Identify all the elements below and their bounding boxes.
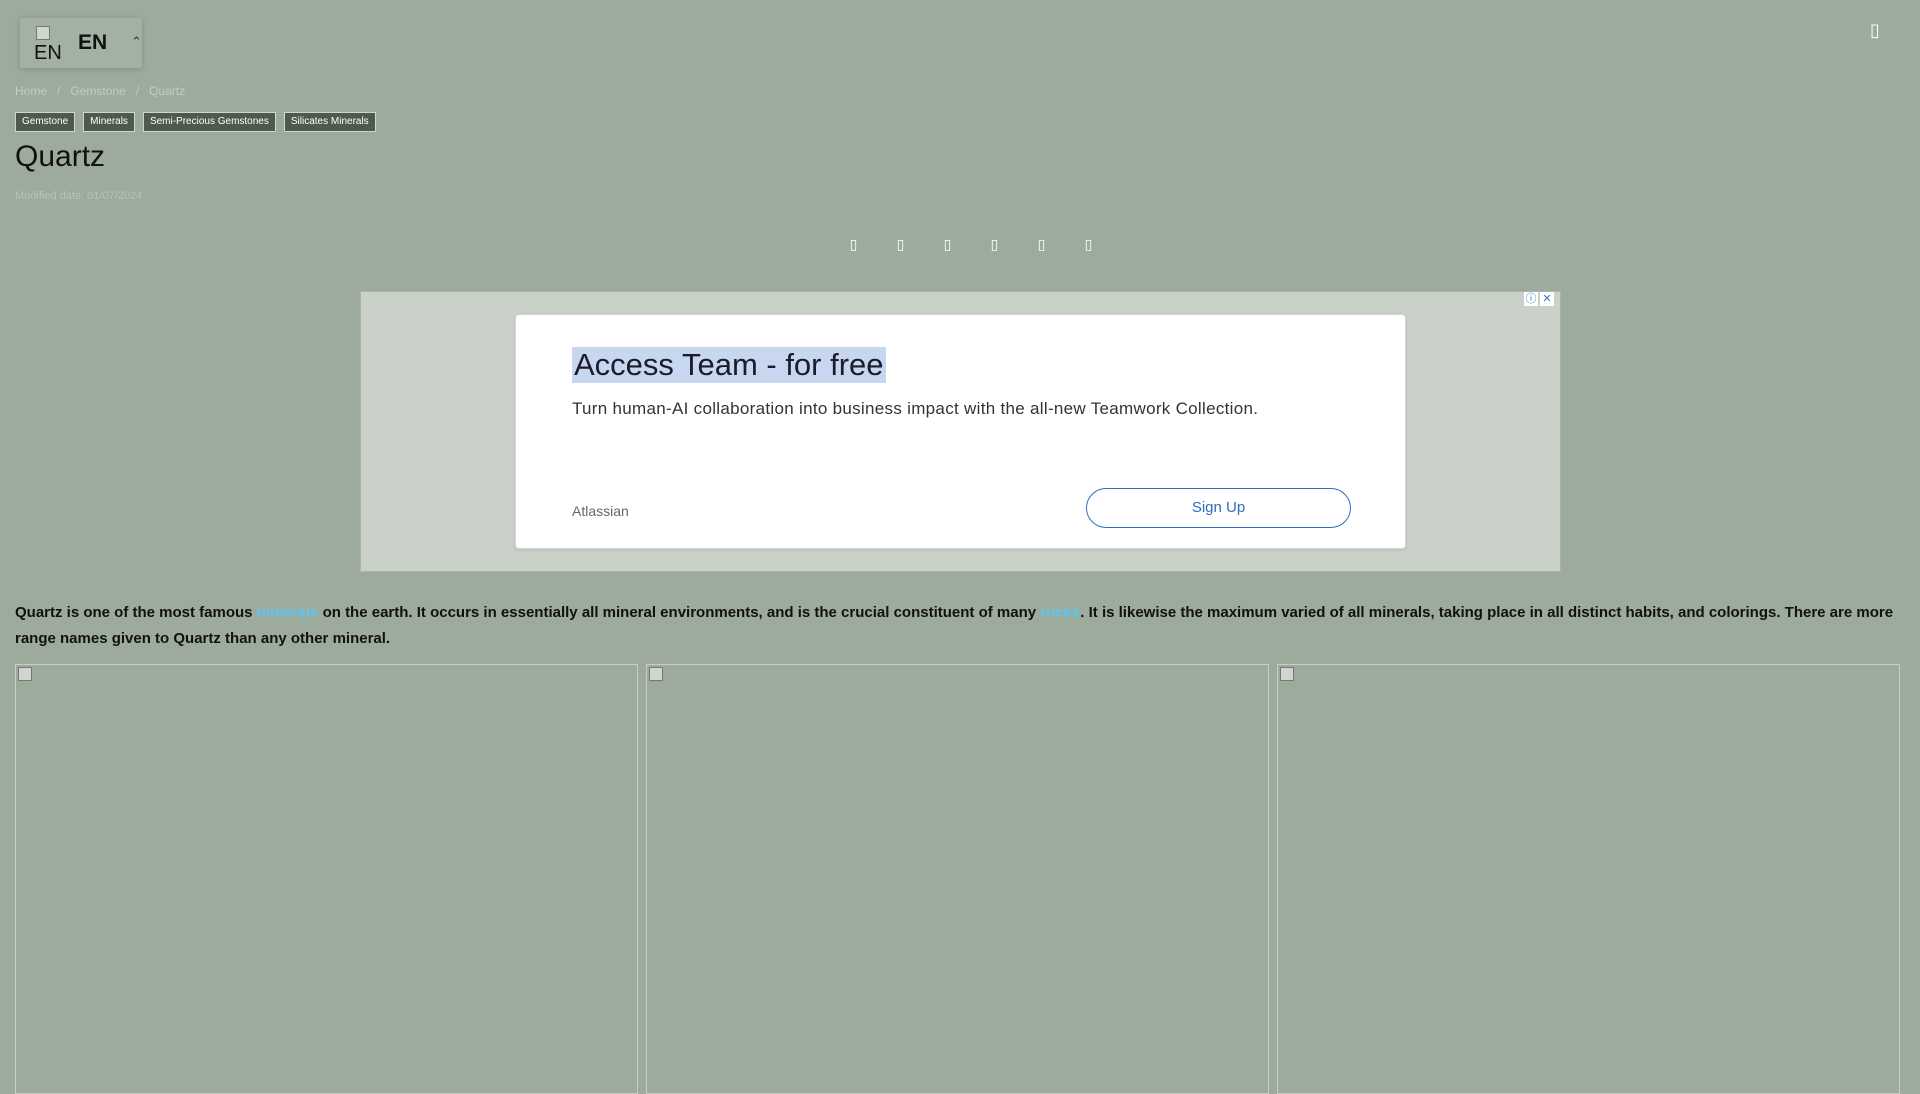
- facebook-icon[interactable]: ▯: [830, 234, 877, 254]
- breadcrumb-home[interactable]: Home: [15, 84, 47, 98]
- flag-icon: EN: [34, 24, 66, 64]
- minerals-link[interactable]: minerals: [257, 604, 319, 621]
- gallery-image[interactable]: [646, 664, 1269, 1094]
- page-title: Quartz: [15, 140, 106, 173]
- language-code: EN: [78, 31, 108, 54]
- tag-semi-precious-gemstones[interactable]: Semi-Precious Gemstones: [142, 112, 276, 132]
- ad-controls: ⓘ ✕: [1524, 292, 1554, 306]
- category-tags: Gemstone Minerals Semi-Precious Gemstone…: [15, 112, 376, 132]
- gallery-image[interactable]: [1277, 664, 1900, 1094]
- flag-alt-text: EN: [34, 42, 62, 64]
- ad-body: Turn human-AI collaboration into busines…: [572, 399, 1259, 418]
- close-icon[interactable]: ✕: [1540, 292, 1554, 306]
- ad-headline[interactable]: Access Team - for free: [572, 347, 886, 383]
- intro-text: on the earth. It occurs in essentially a…: [318, 604, 1041, 621]
- sign-up-button[interactable]: Sign Up: [1086, 488, 1351, 528]
- broken-image-icon: [18, 667, 32, 681]
- share-bar: ▯ ▯ ▯ ▯ ▯ ▯: [830, 234, 1112, 254]
- broken-image-icon: [36, 26, 50, 40]
- ad-advertiser: Atlassian: [572, 503, 629, 519]
- chevron-up-icon: ⌃: [131, 34, 142, 49]
- breadcrumb-current: Quartz: [149, 84, 186, 98]
- pinterest-icon[interactable]: ▯: [924, 234, 971, 254]
- broken-image-icon: [1280, 667, 1294, 681]
- intro-text: Quartz is one of the most famous: [15, 604, 257, 621]
- gallery-image[interactable]: [15, 664, 638, 1094]
- image-gallery: [15, 664, 1900, 1094]
- tag-gemstone[interactable]: Gemstone: [15, 112, 76, 132]
- info-icon[interactable]: ⓘ: [1524, 292, 1538, 306]
- advertisement: ⓘ ✕ Access Team - for free Turn human-AI…: [360, 291, 1561, 572]
- broken-image-icon: [649, 667, 663, 681]
- breadcrumb-separator: /: [57, 84, 61, 98]
- language-switcher[interactable]: EN EN ⌃: [20, 18, 142, 68]
- whatsapp-icon[interactable]: ▯: [971, 234, 1018, 254]
- breadcrumb-separator: /: [135, 84, 140, 98]
- tag-minerals[interactable]: Minerals: [83, 112, 135, 132]
- linkedin-icon[interactable]: ▯: [1018, 234, 1065, 254]
- intro-paragraph: Quartz is one of the most famous mineral…: [15, 600, 1910, 652]
- breadcrumb-gemstone[interactable]: Gemstone: [70, 84, 125, 98]
- ad-card[interactable]: Access Team - for free Turn human-AI col…: [515, 314, 1406, 549]
- twitter-icon[interactable]: ▯: [877, 234, 924, 254]
- modified-date: Modified date: 01/07/2024: [15, 190, 143, 202]
- email-icon[interactable]: ▯: [1065, 234, 1112, 254]
- tag-silicates-minerals[interactable]: Silicates Minerals: [283, 112, 376, 132]
- breadcrumb: Home / Gemstone / Quartz: [15, 84, 185, 98]
- rocks-link[interactable]: rocks: [1040, 604, 1080, 621]
- menu-icon[interactable]: ▯: [1870, 20, 1880, 40]
